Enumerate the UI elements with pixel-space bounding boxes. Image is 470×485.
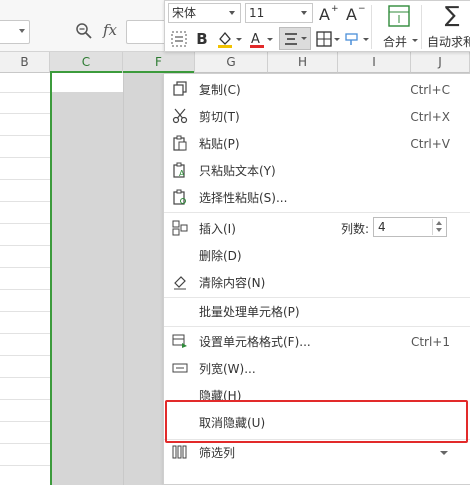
fx-icon[interactable]: fx bbox=[103, 21, 117, 39]
chevron-up-icon[interactable] bbox=[436, 221, 442, 225]
menu-item-copy[interactable]: 复制(C) Ctrl+C bbox=[164, 76, 470, 103]
svg-text:−: − bbox=[358, 4, 366, 14]
borders-icon[interactable] bbox=[314, 29, 342, 49]
clear-icon bbox=[174, 276, 186, 290]
menu-item-label: 粘贴(P) bbox=[199, 137, 240, 151]
paste-icon bbox=[173, 135, 187, 151]
menu-item-delete[interactable]: 删除(D) bbox=[164, 242, 470, 269]
column-header-f[interactable]: F bbox=[123, 52, 195, 73]
shrink-font-icon[interactable]: A − bbox=[343, 2, 367, 24]
svg-text:A: A bbox=[179, 169, 185, 178]
menu-item-label: 复制(C) bbox=[199, 83, 241, 97]
font-size-value: 11 bbox=[249, 6, 265, 20]
insert-count-value: 4 bbox=[378, 220, 386, 234]
insert-icon bbox=[172, 220, 188, 236]
insert-count-stepper[interactable]: 4 bbox=[373, 217, 447, 237]
cut-icon bbox=[172, 108, 188, 124]
menu-item-label: 删除(D) bbox=[199, 249, 242, 263]
menu-item-label: 列宽(W)... bbox=[199, 362, 256, 376]
chevron-down-icon[interactable] bbox=[19, 29, 25, 33]
chevron-down-icon[interactable] bbox=[301, 11, 307, 15]
menu-item-paste-text[interactable]: A 只粘贴文本(Y) bbox=[164, 157, 470, 184]
menu-item-paste-special[interactable]: 选择性粘贴(S)... bbox=[164, 184, 470, 211]
active-cell[interactable] bbox=[52, 73, 123, 92]
menu-item-shortcut: Ctrl+X bbox=[410, 109, 450, 124]
highlight-box bbox=[165, 400, 468, 443]
column-header-c[interactable]: C bbox=[50, 52, 123, 73]
menu-item-label: 选择性粘贴(S)... bbox=[199, 191, 288, 205]
bold-icon[interactable]: B bbox=[193, 29, 211, 49]
column-width-icon bbox=[172, 363, 188, 373]
sum-icon[interactable]: ∑ bbox=[441, 3, 463, 28]
autosum-label[interactable]: 自动求和 bbox=[427, 33, 470, 50]
menu-item-label: 插入(I) bbox=[199, 222, 236, 236]
svg-text:A: A bbox=[251, 32, 260, 47]
menu-item-shortcut: Ctrl+V bbox=[410, 136, 450, 151]
font-name-value: 宋体 bbox=[172, 6, 197, 20]
zoom-icon[interactable] bbox=[75, 22, 93, 40]
paste-special-icon bbox=[173, 189, 186, 205]
fill-color-icon[interactable] bbox=[215, 29, 243, 49]
menu-item-cut[interactable]: 剪切(T) Ctrl+X bbox=[164, 103, 470, 130]
menu-item-clear[interactable]: 清除内容(N) bbox=[164, 269, 470, 296]
merge-icon[interactable] bbox=[387, 4, 411, 28]
font-color-icon[interactable]: A bbox=[247, 29, 275, 49]
svg-text:A: A bbox=[346, 5, 357, 23]
align-icon[interactable] bbox=[279, 27, 311, 50]
column-header-g[interactable]: G bbox=[195, 52, 268, 73]
column-header-i[interactable]: I bbox=[338, 52, 411, 73]
chevron-down-icon bbox=[440, 451, 448, 455]
menu-item-column-width[interactable]: 列宽(W)... bbox=[164, 355, 470, 382]
column-header-h[interactable]: H bbox=[268, 52, 338, 73]
menu-item-label: 筛选列 bbox=[199, 446, 236, 460]
paste-text-icon: A bbox=[173, 162, 185, 178]
svg-text:+: + bbox=[331, 4, 339, 14]
filter-columns-icon bbox=[172, 445, 187, 459]
menu-item-label: 清除内容(N) bbox=[199, 276, 266, 290]
format-painter-icon[interactable] bbox=[345, 29, 369, 49]
menu-item-shortcut: Ctrl+C bbox=[410, 82, 450, 97]
merge-label[interactable]: 合并 bbox=[383, 33, 407, 50]
column-header-j[interactable]: J bbox=[411, 52, 470, 73]
grow-font-icon[interactable]: A + bbox=[316, 2, 340, 24]
column-header-b[interactable]: B bbox=[0, 52, 50, 73]
menu-item-batch[interactable]: 批量处理单元格(P) bbox=[164, 298, 470, 325]
chevron-down-icon[interactable] bbox=[229, 11, 235, 15]
menu-item-format-cells[interactable]: 设置单元格格式(F)... Ctrl+1 bbox=[164, 328, 470, 355]
insert-count-label: 列数: bbox=[341, 222, 370, 236]
menu-item-label: 批量处理单元格(P) bbox=[199, 305, 300, 319]
copy-icon bbox=[173, 81, 187, 96]
format-cells-icon bbox=[172, 334, 187, 348]
font-name-select[interactable]: 宋体 bbox=[168, 3, 241, 23]
font-size-select[interactable]: 11 bbox=[245, 3, 313, 23]
menu-item-label: 只粘贴文本(Y) bbox=[199, 164, 276, 178]
wrap-icon[interactable] bbox=[169, 29, 189, 49]
spinner[interactable] bbox=[432, 219, 445, 235]
menu-item-filter-columns[interactable]: 筛选列 bbox=[164, 439, 470, 466]
mini-toolbar: 宋体 11 A + A − B A 合并 ∑ 自动求和 bbox=[164, 0, 470, 52]
menu-item-insert[interactable]: 插入(I) 列数: 4 bbox=[164, 215, 470, 242]
menu-item-label: 设置单元格格式(F)... bbox=[199, 335, 311, 349]
menu-item-paste[interactable]: 粘贴(P) Ctrl+V bbox=[164, 130, 470, 157]
chevron-down-icon[interactable] bbox=[436, 228, 442, 232]
chevron-down-icon[interactable] bbox=[412, 39, 418, 42]
name-box[interactable] bbox=[0, 20, 30, 44]
menu-item-shortcut: Ctrl+1 bbox=[410, 334, 450, 349]
menu-item-label: 剪切(T) bbox=[199, 110, 240, 124]
svg-text:A: A bbox=[319, 5, 330, 23]
